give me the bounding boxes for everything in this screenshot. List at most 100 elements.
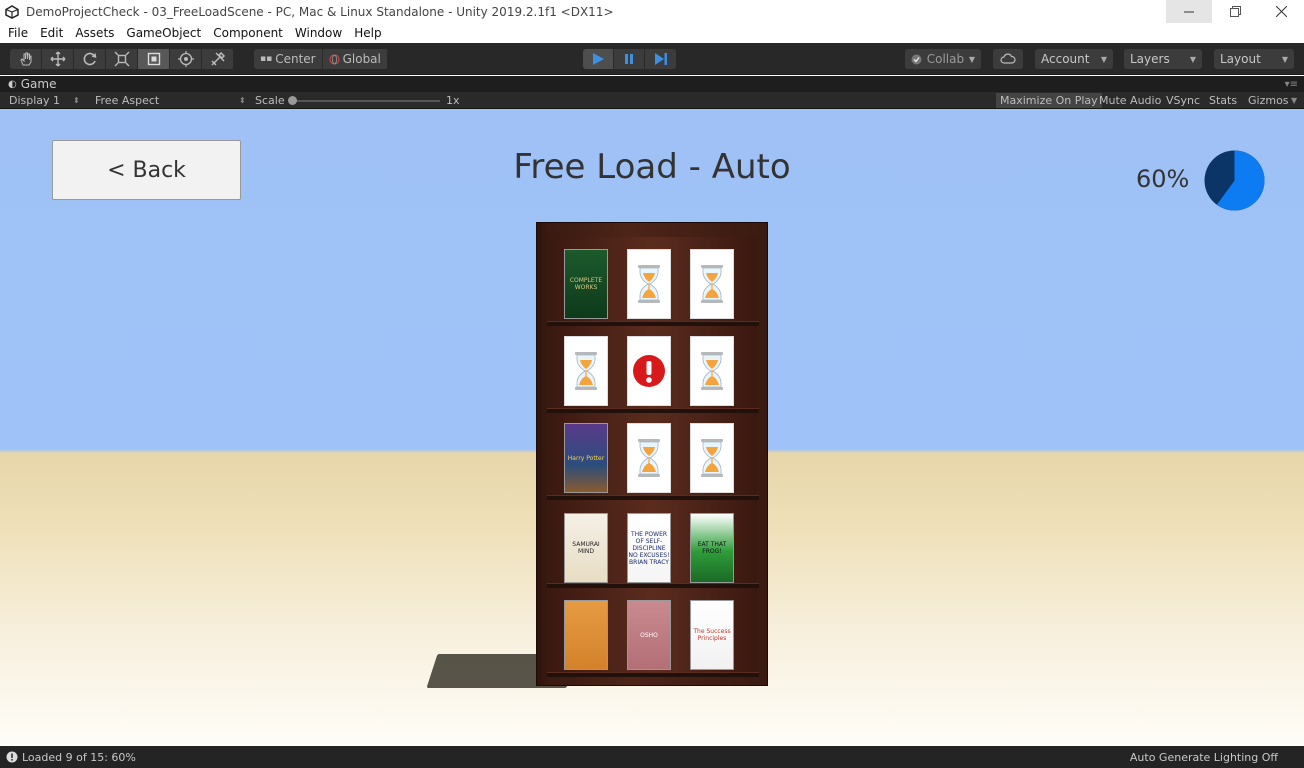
menu-gameobject[interactable]: GameObject [120, 26, 207, 40]
menu-edit[interactable]: Edit [34, 26, 69, 40]
book-loading[interactable] [690, 423, 734, 493]
book-title: EAT THAT FROG! [697, 541, 727, 555]
maximize-on-play-toggle[interactable]: Maximize On Play [996, 93, 1102, 108]
play-button[interactable] [583, 49, 614, 69]
scale-value: 1x [446, 94, 460, 107]
layers-dropdown[interactable]: Layers ▼ [1124, 49, 1202, 69]
book-loading[interactable] [690, 249, 734, 319]
scale-label: Scale [255, 94, 285, 107]
main-toolbar: ▪▪ Center Global Collab ▼ Account ▼ Laye… [0, 43, 1304, 75]
book-cover[interactable]: The Success Principles [690, 600, 734, 670]
status-bar: Loaded 9 of 15: 60% Auto Generate Lighti… [0, 746, 1304, 768]
info-icon [6, 751, 18, 763]
game-tab[interactable]: ◐ Game ▾≡ [0, 76, 1304, 92]
move-tool-button[interactable] [42, 49, 74, 69]
chevron-down-icon: ▼ [968, 54, 975, 64]
scale-slider[interactable] [290, 100, 440, 102]
book-cover[interactable]: Harry Potter [564, 423, 608, 493]
book-cover[interactable]: EAT THAT FROG! [690, 513, 734, 583]
play-icon [593, 53, 604, 65]
collab-dropdown[interactable]: Collab ▼ [905, 49, 981, 69]
vsync-toggle[interactable]: VSync [1162, 93, 1204, 108]
book-loading[interactable] [627, 249, 671, 319]
hand-icon [19, 52, 31, 66]
menu-assets[interactable]: Assets [69, 26, 120, 40]
game-icon: ◐ [8, 78, 17, 90]
book-cover[interactable]: THE POWER OF SELF-DISCIPLINE NO EXCUSES!… [627, 513, 671, 583]
pause-button[interactable] [614, 49, 645, 69]
mute-audio-toggle[interactable]: Mute Audio [1095, 93, 1165, 108]
book-title: SAMURAI MIND [572, 541, 600, 555]
shelf-board [547, 408, 759, 413]
gizmos-dropdown-icon[interactable]: ▼ [1291, 93, 1297, 108]
custom-tool-button[interactable] [202, 49, 234, 69]
status-message[interactable]: Loaded 9 of 15: 60% [22, 751, 136, 764]
rotate-tool-button[interactable] [74, 49, 106, 69]
book-cover[interactable] [564, 600, 608, 670]
gizmos-toggle[interactable]: Gizmos [1244, 93, 1293, 108]
scale-tool-button[interactable] [106, 49, 138, 69]
restore-icon [1229, 6, 1241, 17]
book-title: The Success Principles [693, 628, 731, 642]
pivot-icon: ▪▪ [260, 54, 273, 64]
maximize-button[interactable] [1212, 0, 1258, 23]
hourglass-icon [638, 265, 660, 303]
book-title: OSHO [640, 631, 658, 639]
hourglass-icon [701, 352, 723, 390]
lighting-status: Auto Generate Lighting Off [1129, 750, 1278, 764]
book-cover[interactable]: SAMURAI MIND [564, 513, 608, 583]
rect-tool-button[interactable] [138, 49, 170, 69]
pivot-label: Center [275, 52, 316, 66]
rect-icon [147, 52, 160, 66]
space-global-toggle[interactable]: Global [322, 49, 388, 69]
book-cover[interactable]: COMPLETE WORKS [564, 249, 608, 319]
account-dropdown[interactable]: Account ▼ [1035, 49, 1113, 69]
book-loading[interactable] [627, 423, 671, 493]
cloud-button[interactable] [993, 49, 1023, 69]
close-icon [1275, 6, 1287, 17]
hourglass-icon [575, 352, 597, 390]
move-icon [50, 51, 65, 67]
minimize-button[interactable] [1166, 0, 1212, 23]
shelf-board [547, 672, 759, 677]
aspect-dropdown[interactable]: Free Aspect [95, 93, 159, 108]
chevron-down-icon: ▼ [1100, 54, 1107, 64]
aspect-dropdown-arrow-icon: ⬍ [239, 96, 246, 105]
menu-help[interactable]: Help [348, 26, 387, 40]
book-cover[interactable]: OSHO [627, 600, 671, 670]
chevron-down-icon: ▼ [1189, 54, 1196, 64]
chevron-down-icon: ▼ [1281, 54, 1288, 64]
tab-menu-icon[interactable]: ▾≡ [1285, 79, 1298, 90]
stats-toggle[interactable]: Stats [1205, 93, 1241, 108]
pivot-controls: ▪▪ Center Global [254, 49, 388, 69]
scene-title: Free Load - Auto [513, 147, 791, 187]
error-icon [633, 355, 665, 387]
hourglass-icon [638, 439, 660, 477]
menu-file[interactable]: File [2, 26, 34, 40]
book-loading[interactable] [564, 336, 608, 406]
account-label: Account [1041, 52, 1090, 66]
display-dropdown[interactable]: Display 1 [9, 93, 60, 108]
layers-label: Layers [1130, 52, 1170, 66]
playback-controls [583, 49, 676, 69]
layout-dropdown[interactable]: Layout ▼ [1214, 49, 1294, 69]
hourglass-icon [701, 265, 723, 303]
book-error[interactable] [627, 336, 671, 406]
progress-pie [1204, 150, 1265, 211]
step-button[interactable] [645, 49, 676, 69]
game-view-toolbar: Display 1 ⬍ Free Aspect ⬍ Scale 1x Maxim… [0, 92, 1304, 109]
menu-window[interactable]: Window [289, 26, 348, 40]
close-button[interactable] [1258, 0, 1304, 23]
back-button[interactable]: < Back [52, 140, 241, 200]
pivot-center-toggle[interactable]: ▪▪ Center [254, 49, 323, 69]
check-icon [911, 54, 922, 64]
pause-icon [625, 54, 633, 64]
menu-component[interactable]: Component [207, 26, 289, 40]
cloud-icon [1000, 53, 1016, 64]
progress-percent: 60% [1136, 165, 1190, 193]
book-loading[interactable] [690, 336, 734, 406]
globe-icon [328, 53, 340, 65]
transform-tool-button[interactable] [170, 49, 202, 69]
scale-slider-handle[interactable] [288, 96, 297, 105]
hand-tool-button[interactable] [10, 49, 42, 69]
